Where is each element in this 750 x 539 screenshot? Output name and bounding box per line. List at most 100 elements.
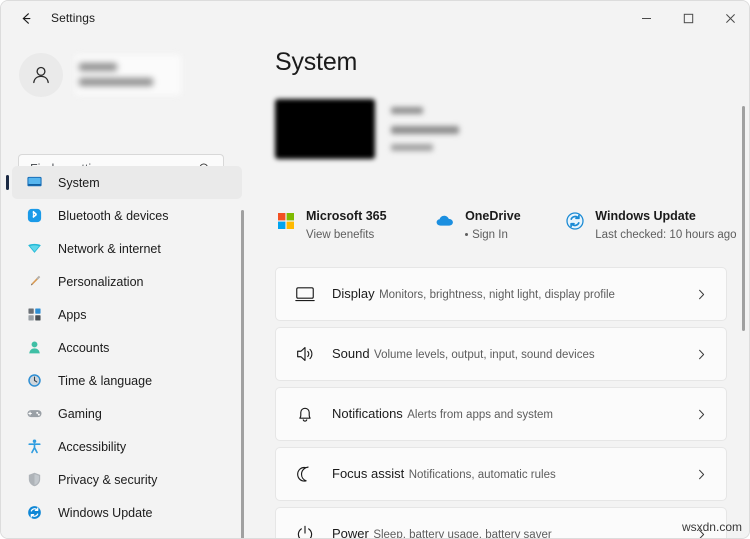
person-icon [26,339,43,356]
device-info-redacted [391,105,511,157]
paintbrush-icon [26,273,43,290]
shield-icon [26,471,43,488]
speaker-icon [293,342,317,366]
maximize-icon [683,13,694,24]
sidebar-item-network-internet[interactable]: Network & internet [12,232,242,265]
quick-link-title: Windows Update [595,209,696,223]
sidebar-item-time-language[interactable]: Time & language [12,364,242,397]
settings-window: Settings Find a setting System Bluetooth… [0,0,750,539]
sidebar-item-label: Apps [58,307,87,322]
update-refresh-icon [564,210,586,232]
sidebar-item-privacy-security[interactable]: Privacy & security [12,463,242,496]
bluetooth-icon [26,207,43,224]
chevron-right-icon [695,348,708,361]
sidebar-item-label: Privacy & security [58,472,158,487]
display-monitor-icon [293,282,317,306]
minimize-icon [641,13,652,24]
monitor-icon [26,174,43,191]
quick-link-windows-update[interactable]: Windows Update Last checked: 10 hours ag… [564,207,745,243]
device-name-redacted [391,107,423,114]
sidebar-item-label: Network & internet [58,241,161,256]
settings-card-focus-assist[interactable]: Focus assist Notifications, automatic ru… [275,447,727,501]
sidebar-item-label: Accounts [58,340,110,355]
device-rename-redacted [391,144,433,151]
card-title: Focus assist [332,466,405,481]
close-button[interactable] [709,1,749,35]
sidebar-item-windows-update[interactable]: Windows Update [12,496,242,529]
card-title: Display [332,286,375,301]
gamepad-icon [26,405,43,422]
sidebar-item-system[interactable]: System [6,166,242,199]
maximize-button[interactable] [667,1,709,35]
minimize-button[interactable] [625,1,667,35]
status-dot-icon [465,232,469,236]
card-subtitle: Monitors, brightness, night light, displ… [379,289,615,301]
avatar [19,53,63,97]
device-thumbnail [275,99,375,159]
chevron-right-icon [695,288,708,301]
page-title: System [275,48,358,76]
sidebar-item-label: Personalization [58,274,144,289]
card-subtitle: Notifications, automatic rules [408,469,556,481]
sidebar-nav: System Bluetooth & devices Network & int… [1,166,249,538]
bell-icon [293,402,317,426]
microsoft-365-icon [275,210,297,232]
power-icon [293,522,317,538]
card-title: Notifications [332,406,403,421]
sidebar-item-bluetooth-devices[interactable]: Bluetooth & devices [12,199,242,232]
sidebar-item-gaming[interactable]: Gaming [12,397,242,430]
chevron-right-icon [695,408,708,421]
sidebar-item-accounts[interactable]: Accounts [12,331,242,364]
settings-cards: Display Monitors, brightness, night ligh… [275,267,727,539]
settings-card-display[interactable]: Display Monitors, brightness, night ligh… [275,267,727,321]
main-content: System Microsoft 365 View benefits OneDr… [249,35,749,539]
main-scrollbar[interactable] [742,106,745,331]
sidebar-item-label: Accessibility [58,439,127,454]
back-arrow-icon [19,11,34,26]
card-title: Power [332,526,369,539]
sidebar-item-label: Gaming [58,406,102,421]
apps-grid-icon [26,306,43,323]
card-subtitle: Sleep, battery usage, battery saver [373,529,552,539]
quick-link-subtitle: View benefits [306,229,375,241]
back-button[interactable] [11,3,41,33]
onedrive-cloud-icon [434,210,456,232]
profile-account-redacted [79,78,153,86]
card-title: Sound [332,346,370,361]
sidebar-item-accessibility[interactable]: Accessibility [12,430,242,463]
selection-accent-bar [6,175,9,190]
sidebar-item-personalization[interactable]: Personalization [12,265,242,298]
person-avatar-icon [29,63,53,87]
sidebar-item-label: System [58,175,100,190]
device-model-redacted [391,126,459,134]
card-subtitle: Volume levels, output, input, sound devi… [374,349,595,361]
watermark: wsxdn.com [681,520,742,534]
app-title: Settings [51,11,96,25]
quick-link-title: Microsoft 365 [306,209,387,223]
window-controls [625,1,749,35]
sidebar-item-apps[interactable]: Apps [12,298,242,331]
quick-link-subtitle: Sign In [472,229,508,241]
card-subtitle: Alerts from apps and system [407,409,553,421]
sidebar-item-label: Time & language [58,373,153,388]
user-profile[interactable] [19,49,219,101]
device-summary [275,99,715,167]
moon-icon [293,462,317,486]
close-icon [725,13,736,24]
quick-link-subtitle: Last checked: 10 hours ago [595,229,737,241]
settings-card-power[interactable]: Power Sleep, battery usage, battery save… [275,507,727,539]
title-bar: Settings [1,1,749,35]
quick-link-onedrive[interactable]: OneDrive Sign In [434,207,521,243]
settings-card-notifications[interactable]: Notifications Alerts from apps and syste… [275,387,727,441]
accessibility-icon [26,438,43,455]
chevron-right-icon [695,468,708,481]
sidebar: System Bluetooth & devices [1,35,249,538]
sidebar-item-label: Bluetooth & devices [58,208,169,223]
profile-text-redacted [75,55,181,95]
update-refresh-icon [26,504,43,521]
quick-links: Microsoft 365 View benefits OneDrive Sig… [275,207,745,243]
sidebar-item-label: Windows Update [58,505,153,520]
sidebar-scrollbar[interactable] [241,210,244,538]
quick-link-microsoft-365[interactable]: Microsoft 365 View benefits [275,207,395,243]
settings-card-sound[interactable]: Sound Volume levels, output, input, soun… [275,327,727,381]
